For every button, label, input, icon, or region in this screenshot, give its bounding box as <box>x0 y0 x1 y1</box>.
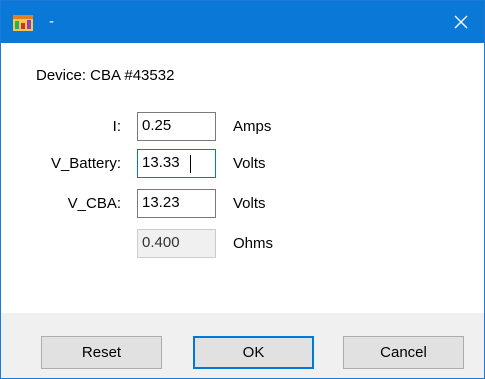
v-cba-value: 13.23 <box>142 194 180 211</box>
current-label: I: <box>112 118 121 135</box>
title-bar[interactable]: - <box>1 1 484 43</box>
v-battery-value: 13.33 <box>142 154 180 171</box>
cancel-button[interactable]: Cancel <box>343 336 464 369</box>
dialog-body: Device: CBA #43532 I: 0.25 Amps V_Batter… <box>1 43 484 313</box>
current-input[interactable]: 0.25 <box>137 112 216 141</box>
app-icon <box>13 13 33 31</box>
resistance-output: 0.400 <box>137 229 216 258</box>
resistance-unit: Ohms <box>233 235 274 252</box>
v-cba-input[interactable]: 13.23 <box>137 189 216 218</box>
current-value: 0.25 <box>142 117 172 134</box>
v-battery-unit: Volts <box>233 155 266 172</box>
text-caret <box>190 155 191 173</box>
resistance-value: 0.400 <box>142 234 180 251</box>
v-battery-input[interactable]: 13.33 <box>137 149 216 178</box>
v-cba-label: V_CBA: <box>67 195 121 212</box>
v-battery-label: V_Battery: <box>50 155 121 172</box>
ok-button[interactable]: OK <box>193 336 314 369</box>
button-bar: Reset OK Cancel <box>1 313 484 378</box>
reset-button[interactable]: Reset <box>41 336 162 369</box>
device-label: Device: CBA #43532 <box>36 67 175 84</box>
v-cba-unit: Volts <box>233 195 266 212</box>
close-icon <box>454 15 468 29</box>
dialog-window: - Device: CBA #43532 I: 0.25 Amps V_Batt… <box>0 0 485 379</box>
current-unit: Amps <box>233 118 272 135</box>
close-button[interactable] <box>438 1 484 43</box>
window-title: - <box>49 13 54 30</box>
